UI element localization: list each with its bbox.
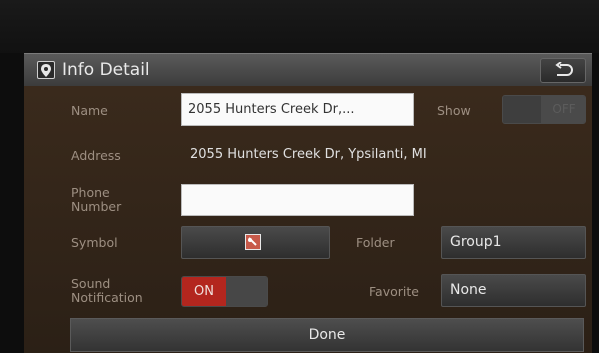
info-detail-panel: Name 2055 Hunters Creek Dr,... Show OFF … [24,86,592,353]
name-field[interactable]: 2055 Hunters Creek Dr,... [181,93,414,126]
sound-toggle-knob [226,277,267,306]
info-pin-icon [37,61,55,79]
address-value: 2055 Hunters Creek Dr, Ypsilanti, MI [190,147,427,162]
show-toggle[interactable]: OFF [502,95,586,124]
done-button[interactable]: Done [70,318,584,352]
map-symbol-icon [245,234,261,250]
phone-number-field[interactable] [181,184,414,216]
show-label: Show [437,103,471,118]
sound-notification-label: Sound Notification [71,276,143,305]
symbol-button[interactable] [181,226,330,259]
title-bar: Info Detail [24,53,592,86]
address-label: Address [71,148,121,163]
sound-notification-toggle[interactable]: ON [181,276,268,307]
show-toggle-off-knob [503,96,541,123]
favorite-select[interactable]: None [441,274,586,307]
folder-select[interactable]: Group1 [441,226,586,259]
symbol-label: Symbol [71,235,118,250]
sound-toggle-state: ON [182,277,226,306]
favorite-label: Favorite [369,284,419,299]
top-status-bar [0,0,599,53]
phone-label: Phone Number [71,185,122,214]
page-title: Info Detail [62,60,150,80]
name-label: Name [71,103,108,118]
show-toggle-state: OFF [541,96,585,123]
folder-label: Folder [356,235,395,250]
back-return-icon [555,62,573,76]
back-button[interactable] [540,58,586,83]
